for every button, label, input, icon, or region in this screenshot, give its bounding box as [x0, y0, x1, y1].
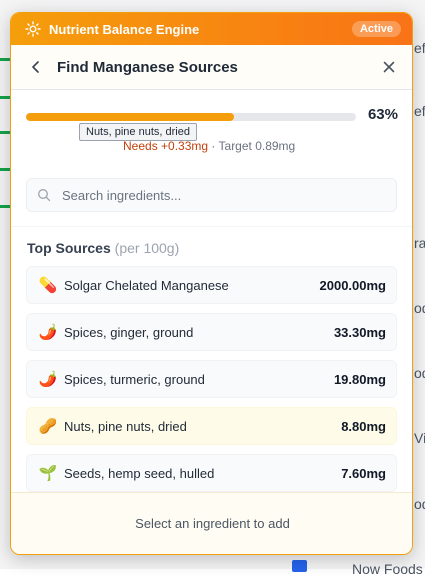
- item-name: Seeds, hemp seed, hulled: [64, 465, 215, 481]
- panel-header: Find Manganese Sources: [11, 45, 412, 90]
- background-indicator: [0, 168, 10, 171]
- search-icon: [38, 189, 51, 202]
- background-text: Now Foods: [352, 561, 423, 577]
- list-heading: Top Sources (per 100g): [11, 227, 412, 266]
- background-text: od: [414, 300, 425, 316]
- search-box[interactable]: [26, 178, 397, 212]
- background-text: ef: [414, 103, 425, 119]
- engine-banner: Nutrient Balance Engine Active: [11, 13, 412, 45]
- item-value: 8.80mg: [341, 418, 386, 434]
- panel-footer: Select an ingredient to add: [11, 492, 412, 554]
- item-name: Spices, ginger, ground: [64, 324, 194, 340]
- sources-list: 💊 Solgar Chelated Manganese 2000.00mg 🌶️…: [11, 266, 412, 492]
- chevron-left-icon[interactable]: [27, 58, 45, 76]
- list-subtitle: (per 100g): [114, 240, 180, 256]
- background-text: ef: [414, 40, 425, 56]
- background-text: ra: [414, 235, 425, 251]
- item-value: 33.30mg: [333, 324, 386, 340]
- search-section: [11, 164, 412, 227]
- separator: ·: [208, 139, 219, 153]
- page-title: Find Manganese Sources: [57, 58, 238, 76]
- tooltip: Nuts, pine nuts, dried: [79, 123, 197, 141]
- background-text: Vi: [414, 430, 425, 446]
- item-value: 7.60mg: [341, 465, 386, 481]
- item-value: 19.80mg: [333, 371, 386, 387]
- background-text: od: [414, 365, 425, 381]
- seedling-icon: 🌱: [38, 465, 58, 482]
- target-text: Target 0.89mg: [218, 139, 296, 153]
- pill-icon: 💊: [38, 277, 58, 294]
- item-name: Solgar Chelated Manganese: [64, 277, 229, 293]
- progress-section: 63% Needs +0.33mg · Target 0.89mg Nuts, …: [11, 90, 412, 164]
- background-indicator: [0, 96, 10, 99]
- chili-pepper-icon: 🌶️: [38, 371, 58, 388]
- nutrient-panel: Nutrient Balance Engine Active Find Mang…: [10, 12, 413, 555]
- progress-fill: [26, 113, 234, 121]
- peanut-icon: 🥜: [38, 418, 58, 435]
- needs-text: Needs +0.33mg: [123, 139, 209, 153]
- item-name: Spices, turmeric, ground: [64, 371, 205, 387]
- list-item[interactable]: 🌶️ Spices, turmeric, ground 19.80mg: [26, 360, 397, 398]
- list-title: Top Sources: [27, 240, 111, 256]
- footer-hint: Select an ingredient to add: [135, 516, 290, 531]
- list-item[interactable]: 🌱 Seeds, hemp seed, hulled 7.60mg: [26, 454, 397, 492]
- list-item-highlighted[interactable]: 🥜 Nuts, pine nuts, dried 8.80mg: [26, 407, 397, 445]
- background-text: od: [414, 496, 425, 512]
- background-indicator: [0, 131, 10, 134]
- sun-icon: [25, 21, 41, 37]
- close-icon[interactable]: [380, 58, 398, 76]
- progress-percent: 63%: [367, 106, 398, 123]
- list-item[interactable]: 💊 Solgar Chelated Manganese 2000.00mg: [26, 266, 397, 304]
- list-item[interactable]: 🌶️ Spices, ginger, ground 33.30mg: [26, 313, 397, 351]
- banner-title: Nutrient Balance Engine: [49, 21, 200, 37]
- status-badge: Active: [351, 21, 401, 37]
- item-name: Nuts, pine nuts, dried: [64, 418, 187, 434]
- search-input[interactable]: [62, 187, 386, 203]
- background-indicator: [0, 58, 10, 61]
- item-value: 2000.00mg: [319, 277, 387, 293]
- chili-pepper-icon: 🌶️: [38, 324, 58, 341]
- needs-target-line: Needs +0.33mg · Target 0.89mg: [123, 139, 295, 153]
- background-indicator: [0, 205, 10, 208]
- progress-track: [26, 113, 356, 121]
- background-checkbox: [292, 560, 307, 572]
